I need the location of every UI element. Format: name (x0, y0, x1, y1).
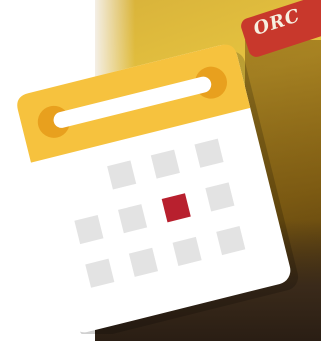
app-screenshot: ORC , 0 g ear? (0, 0, 321, 341)
calendar-icon (17, 44, 299, 334)
